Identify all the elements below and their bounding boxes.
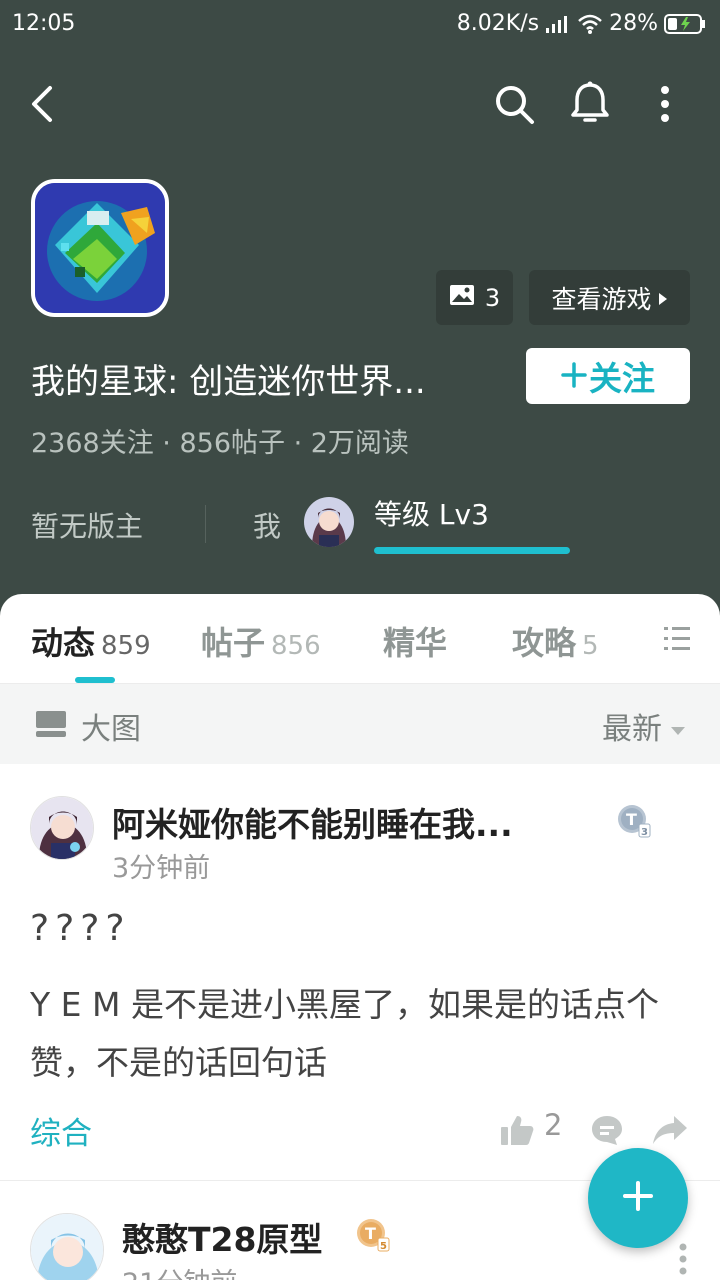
view-mode-label[interactable]: 大图 [81,704,141,748]
tab-count: 859 [101,631,151,661]
avatar[interactable] [30,796,94,860]
post-author[interactable]: 憨憨T28原型 [122,1213,322,1261]
back-icon[interactable] [24,82,64,126]
tab-posts[interactable]: 帖子 856 [201,618,321,664]
svg-text:3: 3 [641,827,648,838]
comment-icon[interactable] [590,1114,624,1146]
follow-button[interactable]: 关注 [526,348,690,404]
tab-label: 动态 [31,624,96,662]
signal-icon [545,14,571,34]
status-bar: 12:05 8.02K/s 28% [0,0,720,50]
game-icon[interactable] [31,179,169,317]
user-level-badge-icon: T3 [617,804,651,838]
create-post-button[interactable] [588,1148,688,1248]
level-progress-bar [374,547,570,554]
follow-label: 关注 [589,359,655,398]
tab-indicator [75,677,115,683]
avatar[interactable] [30,1213,104,1280]
post-body: Y E M 是不是进小黑屋了，如果是的话点个赞，不是的话回句话 [30,985,659,1082]
sort-dropdown[interactable]: 最新 [602,704,686,748]
image-count: 3 [484,283,501,312]
battery-icon [664,13,706,35]
status-time: 12:05 [12,11,76,36]
post-author[interactable]: 阿米娅你能不能别睡在我... [112,798,513,846]
more-vertical-icon[interactable] [650,82,680,126]
game-header: 12:05 8.02K/s 28% 3 查看游戏 我的星球: 创造迷你世界...… [0,0,720,640]
post-card[interactable]: 阿米娅你能不能别睡在我... T3 3分钟前 ???? Y E M 是不是进小黑… [0,764,720,1181]
user-level-badge-icon: T5 [356,1218,390,1252]
svg-text:T: T [626,810,637,829]
post-title: ???? [30,908,131,949]
filter-bar: 大图 最新 [0,684,720,764]
post-tag[interactable]: 综合 [30,1108,92,1153]
tab-label: 帖子 [201,624,266,662]
plus-icon [561,357,587,396]
tab-dynamics[interactable]: 动态 859 [31,618,151,664]
moderator-label[interactable]: 暂无版主 [31,505,143,545]
avatar[interactable] [304,497,354,547]
tab-label: 精华 [383,624,448,662]
caret-right-icon [658,283,668,312]
caret-down-icon [670,709,686,744]
tab-label: 攻略 [512,624,577,662]
image-count-button[interactable]: 3 [436,270,513,325]
view-game-button[interactable]: 查看游戏 [529,270,690,325]
like-count: 2 [544,1108,563,1142]
status-indicators: 8.02K/s 28% [457,11,706,36]
thumbs-up-icon[interactable] [500,1114,534,1146]
tab-guides[interactable]: 攻略 5 [512,618,599,664]
tab-featured[interactable]: 精华 [383,618,447,664]
battery-percent: 28% [609,11,658,36]
plus-icon [622,1180,654,1216]
wifi-icon [577,13,603,35]
level-label[interactable]: 等级 Lv3 [374,493,489,533]
svg-text:5: 5 [380,1241,387,1252]
view-game-label: 查看游戏 [551,284,652,314]
me-label: 我 [253,510,282,543]
more-vertical-icon[interactable] [676,1241,690,1280]
bell-icon[interactable] [568,80,612,128]
tab-bar: 动态 859 帖子 856 精华 攻略 5 [0,594,720,684]
game-title: 我的星球: 创造迷你世界... [31,362,426,402]
sort-label: 最新 [602,712,662,747]
share-icon[interactable] [652,1114,688,1146]
post-time: 21分钟前 [122,1261,237,1280]
image-icon [449,283,475,313]
post-time: 3分钟前 [112,853,211,884]
tab-count: 856 [271,631,321,661]
svg-text:T: T [365,1224,376,1243]
search-icon[interactable] [492,82,536,126]
tab-list-icon[interactable] [654,624,694,654]
tab-count: 5 [582,631,599,661]
network-speed: 8.02K/s [456,11,540,36]
divider [205,505,206,543]
community-stats: 2368关注 · 856帖子 · 2万阅读 [31,428,409,459]
large-view-icon[interactable] [36,711,66,737]
